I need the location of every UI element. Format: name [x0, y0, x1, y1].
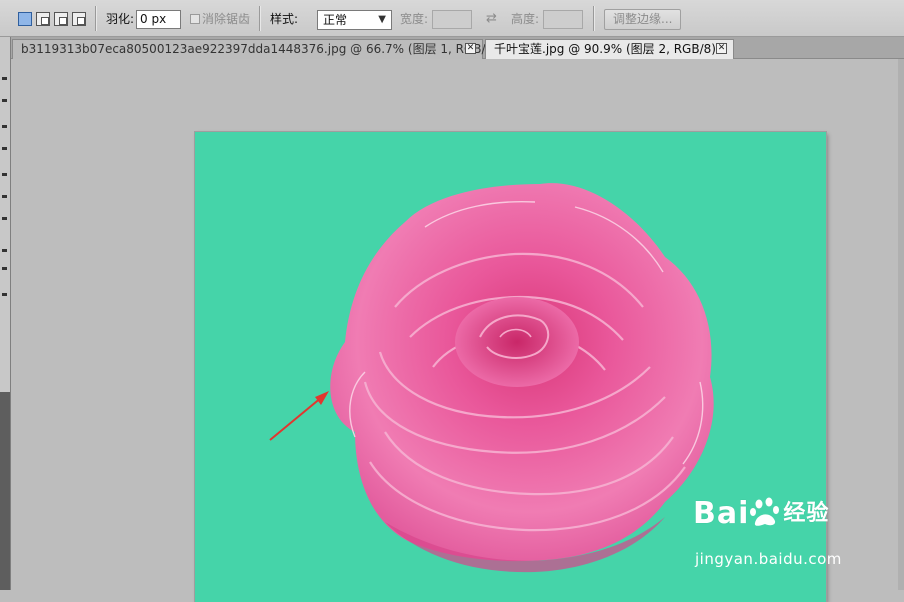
- paw-icon: [749, 497, 783, 527]
- tool-options-bar: 羽化: 0 px 消除锯齿 样式: 正常 ▼ 宽度: ⇄ 高度: 调整边缘...: [0, 0, 904, 37]
- tool-marker[interactable]: [2, 195, 7, 198]
- tools-panel: [0, 37, 11, 590]
- tab-label: 千叶宝莲.jpg @ 90.9% (图层 2, RGB/8) *: [494, 42, 726, 56]
- tool-marker[interactable]: [2, 147, 7, 150]
- height-label: 高度:: [511, 12, 540, 26]
- new-selection-icon[interactable]: [18, 12, 32, 26]
- separator: [259, 6, 261, 31]
- feather-label: 羽化:: [106, 12, 135, 26]
- tools-panel-lower: [0, 392, 10, 590]
- tool-marker[interactable]: [2, 217, 7, 220]
- swap-dimensions-icon[interactable]: ⇄: [486, 11, 497, 26]
- close-icon[interactable]: ✕: [465, 43, 476, 54]
- tool-marker[interactable]: [2, 99, 7, 102]
- subtract-from-selection-icon[interactable]: [54, 12, 68, 26]
- tab-label: b3119313b07eca80500123ae922397dda1448376…: [21, 42, 518, 56]
- antialias-label: 消除锯齿: [202, 12, 251, 26]
- chevron-down-icon: ▼: [378, 14, 386, 25]
- refine-edge-button[interactable]: 调整边缘...: [604, 9, 682, 30]
- intersect-selection-icon[interactable]: [72, 12, 86, 26]
- separator: [593, 6, 595, 31]
- width-label: 宽度:: [400, 12, 429, 26]
- watermark-logo-text: Bai: [693, 496, 750, 531]
- tool-marker[interactable]: [2, 77, 7, 80]
- watermark-suffix: 经验: [783, 501, 830, 526]
- tool-marker[interactable]: [2, 293, 7, 296]
- feather-input[interactable]: 0 px: [136, 10, 181, 29]
- style-select[interactable]: 正常 ▼: [317, 10, 392, 30]
- close-icon[interactable]: ✕: [716, 43, 727, 54]
- separator: [95, 6, 97, 31]
- height-input[interactable]: [543, 10, 583, 29]
- watermark-url: jingyan.baidu.com: [695, 550, 842, 568]
- watermark: Bai 经验 jingyan.baidu.com: [693, 495, 863, 575]
- tab-document-2[interactable]: 千叶宝莲.jpg @ 90.9% (图层 2, RGB/8) * ✕: [485, 39, 734, 59]
- style-select-value: 正常: [323, 13, 348, 27]
- vertical-scrollbar[interactable]: [898, 59, 904, 590]
- tool-marker[interactable]: [2, 267, 7, 270]
- antialias-checkbox[interactable]: [190, 14, 200, 24]
- style-label: 样式:: [270, 12, 299, 26]
- tool-marker[interactable]: [2, 249, 7, 252]
- watermark-logo: Bai 经验: [693, 495, 829, 531]
- tool-marker[interactable]: [2, 125, 7, 128]
- tab-document-1[interactable]: b3119313b07eca80500123ae922397dda1448376…: [12, 39, 518, 59]
- add-to-selection-icon[interactable]: [36, 12, 50, 26]
- width-input[interactable]: [432, 10, 472, 29]
- document-tab-bar: b3119313b07eca80500123ae922397dda1448376…: [0, 37, 904, 59]
- tool-marker[interactable]: [2, 173, 7, 176]
